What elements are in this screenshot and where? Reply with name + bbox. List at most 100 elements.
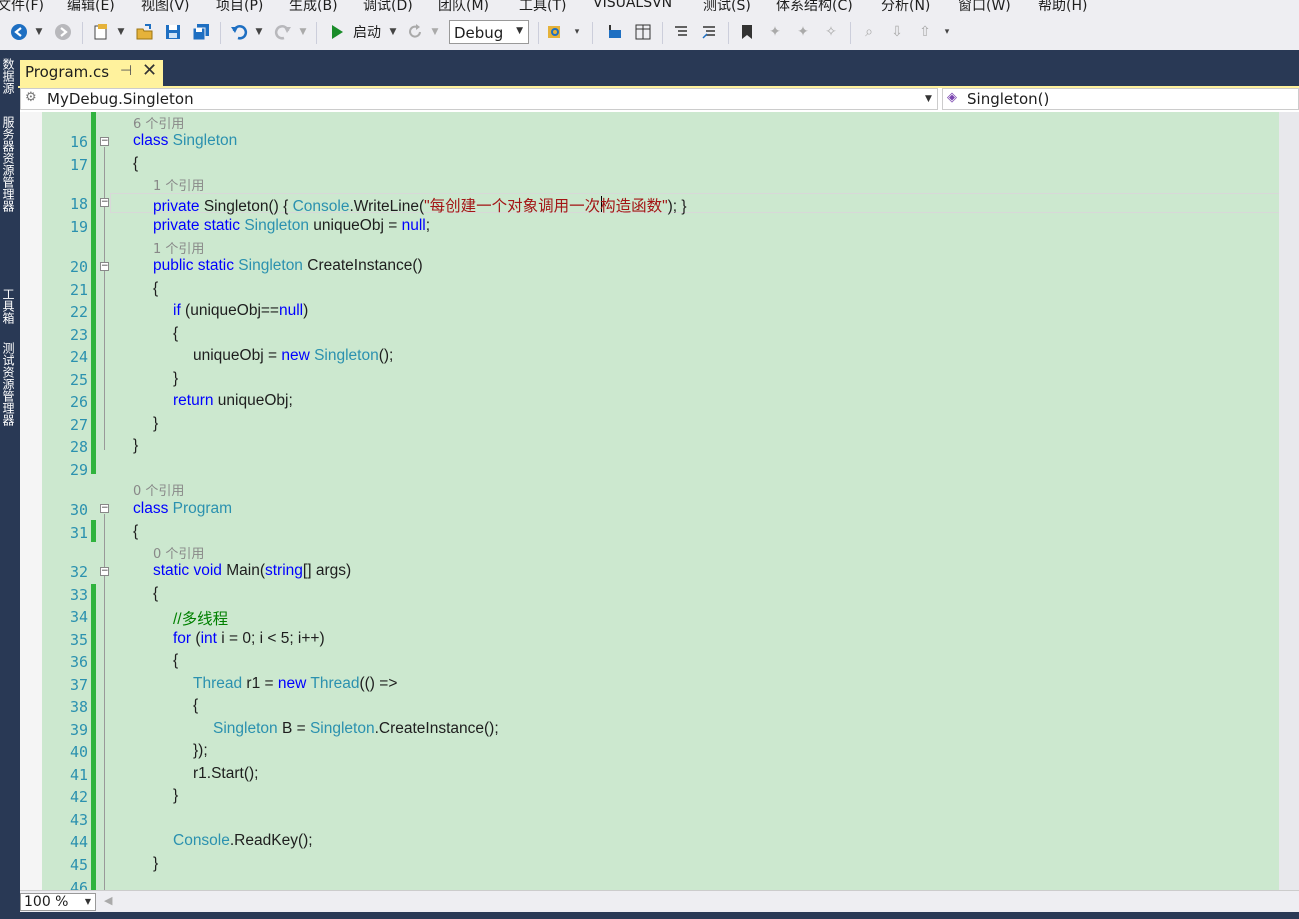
- split-view-icon[interactable]: [632, 22, 654, 42]
- refresh-dropdown-icon[interactable]: ▼: [430, 22, 440, 42]
- menu-architecture[interactable]: 体系结构(C): [776, 0, 853, 14]
- open-file-icon[interactable]: [134, 22, 156, 42]
- refresh-icon[interactable]: [404, 22, 426, 42]
- save-icon[interactable]: [162, 22, 184, 42]
- scroll-left-icon[interactable]: ◀: [104, 894, 112, 907]
- line-number: 41: [69, 766, 88, 784]
- menu-visualsvn[interactable]: VISUALSVN: [593, 0, 672, 11]
- menu-test[interactable]: 测试(S): [703, 0, 751, 14]
- code-line: {: [153, 585, 159, 602]
- menu-tools[interactable]: 工具(T): [519, 0, 566, 14]
- codelens-references[interactable]: 1 个引用: [153, 238, 204, 257]
- zoom-select[interactable]: 100 % ▼: [20, 893, 96, 911]
- code-line: }: [173, 787, 179, 804]
- line-number: 42: [69, 788, 88, 806]
- code-line: {: [153, 280, 159, 297]
- back-icon[interactable]: [8, 22, 30, 42]
- menu-help[interactable]: 帮助(H): [1038, 0, 1087, 14]
- codelens-references[interactable]: 1 个引用: [153, 175, 204, 194]
- code-line: class Singleton: [133, 132, 238, 149]
- new-project-icon[interactable]: [90, 22, 112, 42]
- code-line: {: [133, 155, 139, 172]
- menu-file[interactable]: 文件(F): [0, 0, 44, 14]
- toolbar-overflow-icon[interactable]: ▾: [570, 22, 584, 42]
- solution-config-select[interactable]: Debug ▼: [449, 20, 529, 44]
- window-bottom-edge: [0, 912, 1299, 919]
- collapse-icon[interactable]: −: [100, 567, 109, 576]
- vertical-scrollbar[interactable]: [1279, 112, 1299, 890]
- class-icon: ⚙: [25, 90, 37, 105]
- start-label[interactable]: 启动: [350, 22, 384, 42]
- code-line: r1.Start();: [193, 765, 259, 782]
- forward-icon[interactable]: [52, 22, 74, 42]
- menu-window[interactable]: 窗口(W): [958, 0, 1011, 14]
- code-line: public static Singleton CreateInstance(): [153, 257, 423, 274]
- code-line: Singleton B = Singleton.CreateInstance()…: [213, 720, 499, 737]
- navigation-bar: ⚙ MyDebug.Singleton ▼ ◈ Singleton(): [20, 88, 1299, 112]
- undo-icon[interactable]: [228, 22, 250, 42]
- code-line: private Singleton() { Console.WriteLine(…: [153, 198, 687, 215]
- tool-tab-data-sources[interactable]: 数据源: [1, 58, 17, 94]
- tool-tab-server-explorer[interactable]: 服务器资源管理器: [1, 116, 17, 212]
- undo-dropdown-icon[interactable]: ▼: [254, 22, 264, 42]
- navigate-icon[interactable]: [604, 22, 626, 42]
- uncomment-lines-icon[interactable]: [698, 22, 720, 42]
- type-scope-dropdown[interactable]: ⚙ MyDebug.Singleton ▼: [20, 88, 938, 110]
- line-number: 23: [69, 326, 88, 344]
- codelens-references[interactable]: 0 个引用: [153, 543, 204, 562]
- outline-line: [104, 147, 105, 450]
- code-line: static void Main(string[] args): [153, 562, 352, 579]
- line-number: 30: [69, 501, 88, 519]
- codelens-references[interactable]: 0 个引用: [133, 480, 184, 499]
- menu-view[interactable]: 视图(V): [141, 0, 190, 14]
- collapse-icon[interactable]: −: [100, 137, 109, 146]
- back-dropdown-icon[interactable]: ▼: [34, 22, 44, 42]
- codelens-references[interactable]: 6 个引用: [133, 113, 184, 132]
- collapse-icon[interactable]: −: [100, 198, 109, 207]
- tab-program-cs[interactable]: Program.cs ⊣ ✕: [20, 60, 163, 86]
- code-editor[interactable]: − − − − − 6 个引用 1 个引用 1 个引用 0 个引用 0 个引用 …: [20, 112, 1299, 890]
- code-line: class Program: [133, 500, 233, 517]
- line-number: 45: [69, 856, 88, 874]
- save-all-icon[interactable]: [190, 22, 212, 42]
- member-scope-dropdown[interactable]: ◈ Singleton(): [942, 88, 1299, 110]
- clear-bookmarks-icon[interactable]: ✧: [820, 22, 842, 42]
- tool-tab-toolbox[interactable]: 工具箱: [1, 288, 17, 324]
- code-line: }: [153, 415, 159, 432]
- bookmark-icon[interactable]: [736, 22, 758, 42]
- redo-icon[interactable]: [272, 22, 294, 42]
- line-number: 40: [69, 743, 88, 761]
- toolbar-overflow-2-icon[interactable]: ▾: [940, 22, 954, 42]
- arrow-up-icon[interactable]: ⇧: [914, 22, 936, 42]
- menu-build[interactable]: 生成(B): [289, 0, 338, 14]
- code-line: }: [133, 437, 139, 454]
- tool-tab-test-explorer[interactable]: 测试资源管理器: [1, 342, 17, 426]
- line-number: 18: [69, 195, 88, 213]
- line-number: 38: [69, 698, 88, 716]
- collapse-icon[interactable]: −: [100, 504, 109, 513]
- start-dropdown-icon[interactable]: ▼: [388, 22, 398, 42]
- arrow-down-icon[interactable]: ⇩: [886, 22, 908, 42]
- comment-lines-icon[interactable]: [670, 22, 692, 42]
- menu-edit[interactable]: 编辑(E): [67, 0, 115, 14]
- line-number: 29: [69, 461, 88, 479]
- menu-debug[interactable]: 调试(D): [363, 0, 413, 14]
- prev-bookmark-icon[interactable]: ✦: [764, 22, 786, 42]
- pin-icon[interactable]: ⊣: [120, 63, 132, 79]
- member-scope-value: Singleton(): [967, 90, 1050, 108]
- line-number: 43: [69, 811, 88, 829]
- menu-project[interactable]: 项目(P): [216, 0, 263, 14]
- find-symbol-icon[interactable]: ⌕: [858, 22, 880, 42]
- code-line: private static Singleton uniqueObj = nul…: [153, 217, 431, 234]
- menu-analyze[interactable]: 分析(N): [881, 0, 930, 14]
- code-line: {: [173, 652, 179, 669]
- close-icon[interactable]: ✕: [142, 60, 157, 81]
- collapse-icon[interactable]: −: [100, 262, 109, 271]
- tab-label: Program.cs: [25, 63, 110, 81]
- find-in-files-icon[interactable]: [544, 22, 566, 42]
- new-dropdown-icon[interactable]: ▼: [116, 22, 126, 42]
- next-bookmark-icon[interactable]: ✦: [792, 22, 814, 42]
- redo-dropdown-icon[interactable]: ▼: [298, 22, 308, 42]
- menu-team[interactable]: 团队(M): [438, 0, 489, 14]
- start-debug-icon[interactable]: [326, 22, 348, 42]
